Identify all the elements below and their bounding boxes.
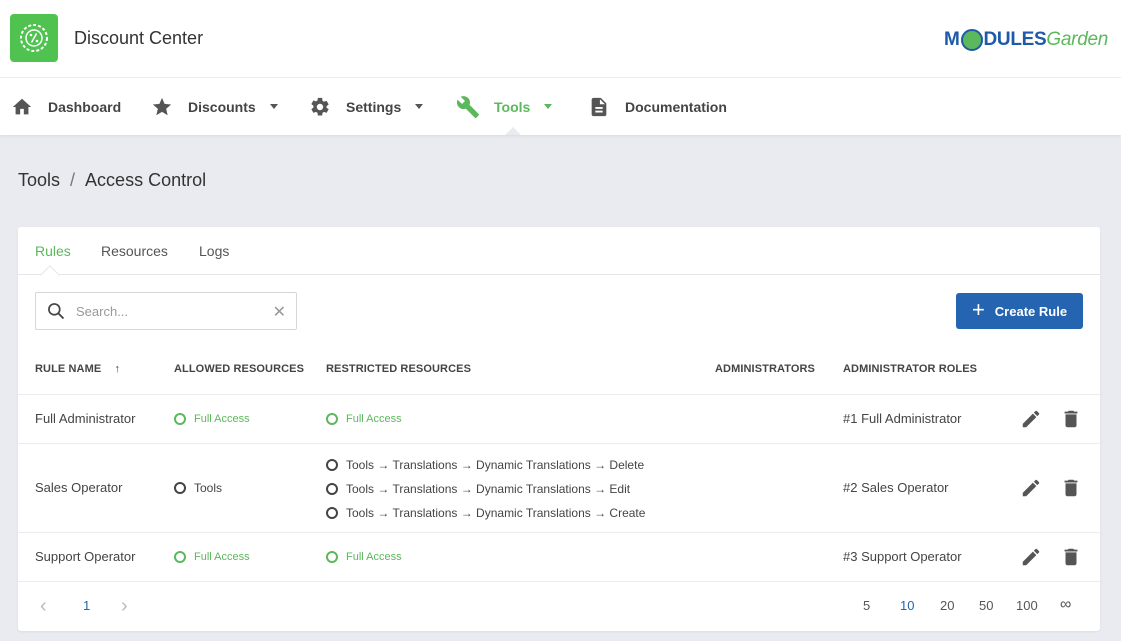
nav-settings[interactable]: Settings	[308, 78, 424, 135]
nav-documentation[interactable]: Documentation	[587, 78, 727, 135]
admin-role-cell: #2 Sales Operator	[843, 480, 949, 495]
chevron-down-icon	[269, 104, 278, 109]
page-size-50[interactable]: 50	[979, 598, 993, 613]
allowed-resource-label: Full Access	[194, 413, 250, 425]
allowed-resource: Full Access	[174, 413, 250, 425]
nav-tools-label: Tools	[494, 98, 531, 115]
circle-icon	[326, 413, 338, 425]
nav-discounts-label: Discounts	[188, 98, 256, 115]
allowed-resource: Tools	[174, 481, 222, 495]
nav-documentation-label: Documentation	[625, 98, 727, 115]
edit-icon[interactable]	[1020, 408, 1042, 430]
row-divider	[18, 532, 1100, 533]
tab-logs[interactable]: Logs	[199, 243, 229, 259]
tab-bar: Rules Resources Logs	[18, 227, 1100, 275]
allowed-resource-label: Tools	[194, 481, 223, 495]
sort-arrow-up-icon: ↑	[114, 363, 121, 375]
create-rule-button[interactable]: + Create Rule	[956, 293, 1083, 329]
document-icon	[587, 95, 611, 119]
rule-name-cell: Full Administrator	[35, 411, 136, 426]
restricted-resource-label: Full Access	[346, 413, 402, 425]
circle-icon	[326, 551, 338, 563]
breadcrumb-separator: /	[70, 170, 76, 190]
page-size-5[interactable]: 5	[863, 598, 870, 613]
tab-resources[interactable]: Resources	[101, 243, 168, 259]
modulesgarden-logo[interactable]: M DULES Garden	[944, 26, 1108, 54]
home-icon	[10, 95, 34, 119]
delete-icon[interactable]	[1060, 546, 1082, 568]
delete-icon[interactable]	[1060, 477, 1082, 499]
column-header-allowed: ALLOWED RESOURCES	[174, 363, 305, 375]
row-divider	[18, 394, 1100, 395]
nav-dashboard[interactable]: Dashboard	[10, 78, 121, 135]
restricted-resource-label: Tools → Translations → Dynamic Translati…	[346, 482, 631, 496]
column-header-administrators: ADMINISTRATORS	[715, 363, 815, 375]
page-size-20[interactable]: 20	[940, 598, 954, 613]
edit-icon[interactable]	[1020, 477, 1042, 499]
column-header-rule-name[interactable]: RULE NAME ↑	[35, 363, 120, 375]
brand-text-m: M	[943, 29, 960, 50]
restricted-resource-label: Full Access	[346, 551, 402, 563]
restricted-resource: Tools → Translations → Dynamic Translati…	[326, 482, 630, 496]
restricted-resource: Full Access	[326, 551, 402, 563]
breadcrumb: Tools / Access Control	[18, 170, 206, 191]
search-input[interactable]	[76, 303, 266, 319]
restricted-resource-label: Tools → Translations → Dynamic Translati…	[346, 506, 646, 520]
plus-icon: +	[971, 297, 985, 322]
star-icon	[150, 95, 174, 119]
circle-icon	[326, 459, 338, 471]
brand-text-garden: Garden	[1046, 29, 1108, 50]
page-size-10[interactable]: 10	[900, 598, 914, 613]
create-rule-label: Create Rule	[994, 303, 1068, 319]
next-page-icon[interactable]: ›	[121, 595, 128, 618]
delete-icon[interactable]	[1060, 408, 1082, 430]
circle-icon	[174, 551, 186, 563]
brand-text-dules: DULES	[983, 29, 1047, 50]
globe-icon	[960, 29, 983, 51]
nav-dashboard-label: Dashboard	[48, 98, 122, 115]
main-nav: Dashboard Discounts Settings Tools Docum…	[0, 78, 1121, 135]
app-header: Discount Center M DULES Garden	[0, 0, 1121, 78]
rules-card: Rules Resources Logs ✕ + Create Rule RUL…	[18, 227, 1100, 631]
rule-name-cell: Sales Operator	[35, 480, 123, 495]
page-number-current[interactable]: 1	[83, 598, 90, 613]
wrench-icon	[456, 95, 480, 119]
gear-icon	[308, 95, 332, 119]
admin-role-cell: #1 Full Administrator	[843, 411, 962, 426]
row-divider	[18, 581, 1100, 582]
chevron-down-icon	[544, 104, 553, 109]
nav-active-pointer	[505, 127, 521, 135]
edit-icon[interactable]	[1020, 546, 1042, 568]
tab-rules[interactable]: Rules	[35, 243, 71, 259]
allowed-resource: Full Access	[174, 551, 250, 563]
search-box: ✕	[35, 292, 297, 330]
restricted-resource: Tools → Translations → Dynamic Translati…	[326, 506, 645, 520]
column-header-restricted: RESTRICTED RESOURCES	[326, 363, 472, 375]
page-size-100[interactable]: 100	[1016, 598, 1038, 613]
search-icon	[48, 303, 65, 320]
circle-icon	[174, 482, 186, 494]
row-divider	[18, 443, 1100, 444]
nav-settings-label: Settings	[346, 98, 402, 115]
nav-discounts[interactable]: Discounts	[150, 78, 278, 135]
admin-role-cell: #3 Support Operator	[843, 549, 962, 564]
restricted-resource: Tools → Translations → Dynamic Translati…	[326, 458, 644, 472]
allowed-resource-label: Full Access	[194, 551, 250, 563]
circle-icon	[174, 413, 186, 425]
breadcrumb-parent[interactable]: Tools	[18, 170, 60, 191]
restricted-resource: Full Access	[326, 413, 402, 425]
page-size-all[interactable]: ∞	[1060, 596, 1071, 614]
rule-name-header-label: RULE NAME	[35, 363, 102, 375]
rule-name-cell: Support Operator	[35, 549, 136, 564]
circle-icon	[326, 507, 338, 519]
prev-page-icon[interactable]: ‹	[40, 595, 47, 618]
restricted-resource-label: Tools → Translations → Dynamic Translati…	[346, 458, 645, 472]
column-header-roles: ADMINISTRATOR ROLES	[843, 363, 978, 375]
circle-icon	[326, 483, 338, 495]
clear-icon[interactable]: ✕	[273, 302, 286, 322]
app-title: Discount Center	[74, 28, 204, 48]
discount-logo-icon[interactable]	[10, 14, 58, 62]
chevron-down-icon	[415, 104, 424, 109]
breadcrumb-current: Access Control	[85, 170, 207, 190]
